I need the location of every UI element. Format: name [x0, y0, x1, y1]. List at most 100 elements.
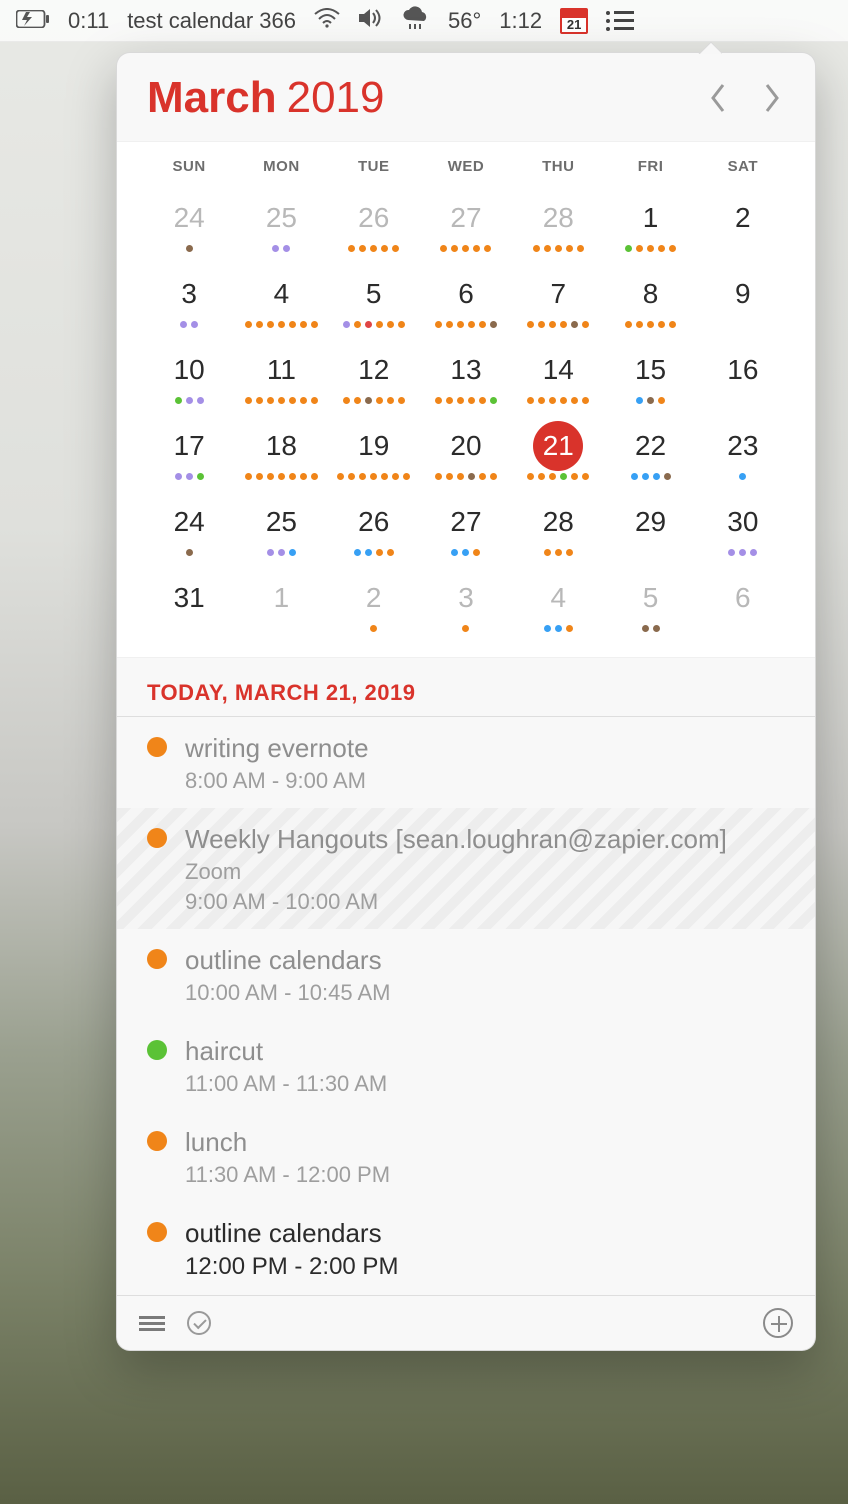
day-number: 1	[626, 193, 676, 243]
weather-icon[interactable]	[402, 6, 430, 36]
next-month-button[interactable]	[755, 76, 789, 120]
event-item[interactable]: writing evernote8:00 AM - 9:00 AM	[117, 717, 815, 808]
calendar-day[interactable]: 1	[235, 565, 327, 633]
month-label: March	[147, 73, 277, 123]
day-number: 1	[256, 573, 306, 623]
event-item[interactable]: Weekly Hangouts [sean.loughran@zapier.co…	[117, 808, 815, 929]
calendar-day[interactable]: 18	[235, 413, 327, 481]
calendar-grid: SUNMONTUEWEDTHUFRISAT 242526272812345678…	[117, 141, 815, 658]
event-dots	[272, 245, 290, 253]
menu-temp[interactable]: 56°	[448, 8, 481, 34]
event-item[interactable]: outline calendars10:00 AM - 10:45 AM	[117, 929, 815, 1020]
event-color-dot	[147, 1131, 167, 1151]
day-number: 25	[256, 193, 306, 243]
month-year-title[interactable]: March 2019	[147, 73, 384, 123]
weekday-label: MON	[235, 158, 327, 175]
calendar-day[interactable]: 23	[697, 413, 789, 481]
calendar-day[interactable]: 17	[143, 413, 235, 481]
calendar-day[interactable]: 30	[697, 489, 789, 557]
event-item[interactable]: lunch11:30 AM - 12:00 PM	[117, 1111, 815, 1202]
calendar-day[interactable]: 21	[512, 413, 604, 481]
calendar-day[interactable]: 4	[512, 565, 604, 633]
calendar-day[interactable]: 20	[420, 413, 512, 481]
menu-countdown[interactable]: 0:11	[68, 8, 109, 34]
calendar-day[interactable]: 10	[143, 337, 235, 405]
event-item[interactable]: outline calendars12:00 PM - 2:00 PM	[117, 1202, 815, 1295]
menu-bar: 0:11 test calendar 366 56° 1:12 21	[0, 0, 848, 42]
calendar-day[interactable]: 6	[420, 261, 512, 329]
day-number: 6	[441, 269, 491, 319]
day-number: 3	[441, 573, 491, 623]
day-number: 24	[164, 497, 214, 547]
calendar-day[interactable]: 5	[328, 261, 420, 329]
calendar-day[interactable]: 27	[420, 489, 512, 557]
calendar-day[interactable]: 31	[143, 565, 235, 633]
wifi-icon[interactable]	[314, 8, 340, 34]
calendar-day[interactable]: 26	[328, 489, 420, 557]
event-dots	[625, 321, 676, 329]
event-dots	[435, 473, 497, 481]
event-dots	[343, 321, 405, 329]
calendar-day[interactable]: 29	[604, 489, 696, 557]
calendar-day[interactable]: 28	[512, 489, 604, 557]
calendar-day[interactable]: 27	[420, 185, 512, 253]
event-dots	[527, 321, 589, 329]
calendar-day[interactable]: 7	[512, 261, 604, 329]
calendar-day[interactable]: 13	[420, 337, 512, 405]
reminders-toggle-button[interactable]	[187, 1311, 211, 1335]
fantastical-menu-icon[interactable]: 21	[560, 8, 588, 34]
event-time: 9:00 AM - 10:00 AM	[185, 889, 785, 915]
calendar-day[interactable]: 11	[235, 337, 327, 405]
add-event-button[interactable]	[763, 1308, 793, 1338]
event-location: Zoom	[185, 859, 785, 885]
calendar-day[interactable]: 8	[604, 261, 696, 329]
day-number: 7	[533, 269, 583, 319]
calendar-day[interactable]: 12	[328, 337, 420, 405]
event-dots	[625, 245, 676, 253]
menu-button[interactable]	[139, 1313, 165, 1334]
weekday-label: THU	[512, 158, 604, 175]
calendar-day[interactable]: 3	[420, 565, 512, 633]
event-title: writing evernote	[185, 733, 785, 764]
calendar-day[interactable]: 25	[235, 489, 327, 557]
calendar-day[interactable]: 26	[328, 185, 420, 253]
event-dots	[544, 625, 573, 633]
calendar-day[interactable]: 2	[697, 185, 789, 253]
menu-clock[interactable]: 1:12	[499, 8, 542, 34]
weekday-label: FRI	[604, 158, 696, 175]
calendar-day[interactable]: 24	[143, 489, 235, 557]
day-number: 29	[626, 497, 676, 547]
menu-countdown-text[interactable]: test calendar 366	[127, 8, 296, 34]
calendar-day[interactable]: 1	[604, 185, 696, 253]
day-number: 2	[349, 573, 399, 623]
volume-icon[interactable]	[358, 8, 384, 34]
calendar-day[interactable]: 22	[604, 413, 696, 481]
event-title: lunch	[185, 1127, 785, 1158]
calendar-day[interactable]: 4	[235, 261, 327, 329]
calendar-day[interactable]: 16	[697, 337, 789, 405]
calendar-day[interactable]: 25	[235, 185, 327, 253]
calendar-day[interactable]: 19	[328, 413, 420, 481]
day-number: 8	[626, 269, 676, 319]
calendar-day[interactable]: 14	[512, 337, 604, 405]
prev-month-button[interactable]	[701, 76, 735, 120]
event-dots	[245, 473, 318, 481]
event-dots	[245, 321, 318, 329]
day-number: 27	[441, 497, 491, 547]
calendar-day[interactable]: 15	[604, 337, 696, 405]
calendar-day[interactable]: 2	[328, 565, 420, 633]
calendar-day[interactable]: 6	[697, 565, 789, 633]
calendar-day[interactable]: 24	[143, 185, 235, 253]
year-label: 2019	[287, 73, 385, 123]
calendar-day[interactable]: 28	[512, 185, 604, 253]
calendar-day[interactable]: 5	[604, 565, 696, 633]
day-number: 5	[626, 573, 676, 623]
calendar-day[interactable]: 9	[697, 261, 789, 329]
event-item[interactable]: haircut11:00 AM - 11:30 AM	[117, 1020, 815, 1111]
calendar-day[interactable]: 3	[143, 261, 235, 329]
weekday-label: SUN	[143, 158, 235, 175]
day-number: 28	[533, 193, 583, 243]
event-time: 10:00 AM - 10:45 AM	[185, 980, 785, 1006]
calendar-popover: March 2019 SUNMONTUEWEDTHUFRISAT 2425262…	[116, 52, 816, 1351]
reminders-menu-icon[interactable]	[606, 11, 634, 31]
